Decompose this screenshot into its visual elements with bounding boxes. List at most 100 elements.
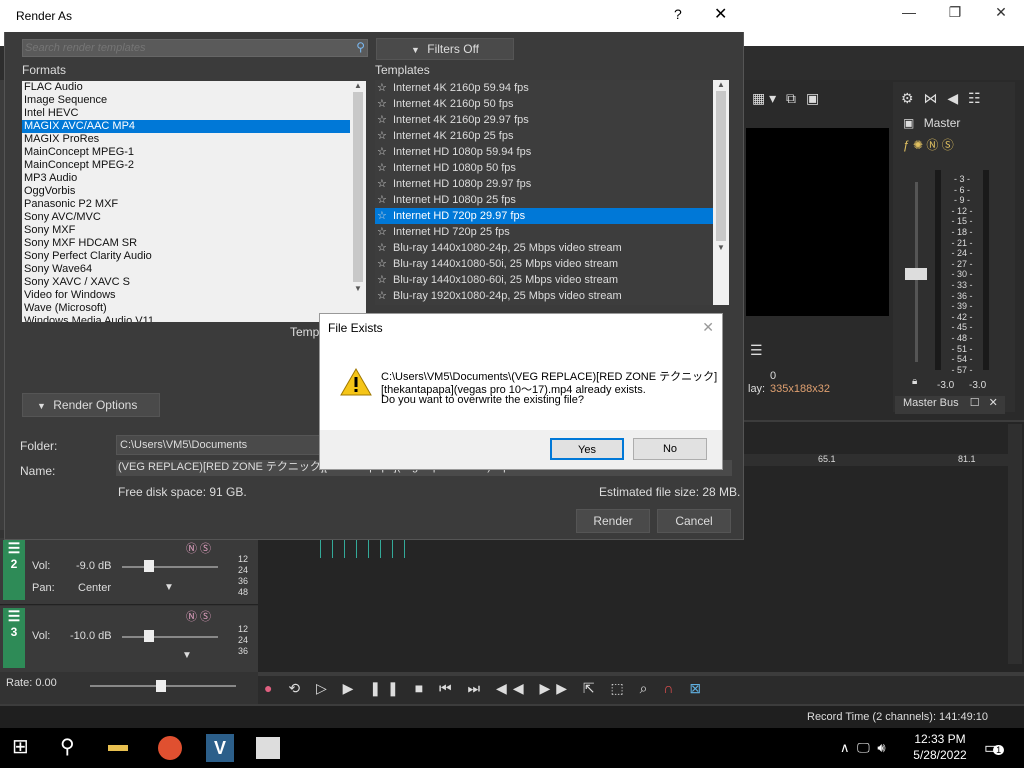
format-item[interactable]: MP3 Audio xyxy=(22,172,350,185)
formats-list[interactable]: FLAC Audio Image Sequence Intel HEVC MAGIX … xyxy=(22,81,350,322)
vegas-icon[interactable]: V xyxy=(206,734,234,762)
windows-start-icon[interactable]: ⊞ xyxy=(12,734,40,762)
volume-slider[interactable] xyxy=(122,566,218,568)
bypass-icon[interactable]: ⋈ xyxy=(923,90,937,106)
timeline-scrollbar[interactable] xyxy=(1008,424,1022,664)
template-item[interactable]: ☆ Internet HD 720p 25 fps xyxy=(375,224,713,240)
file-explorer-icon[interactable]: ▬ xyxy=(108,734,136,762)
format-item[interactable]: Sony Wave64 xyxy=(22,263,350,276)
play-from-start-icon[interactable]: ▷ xyxy=(316,680,333,696)
cancel-button[interactable]: Cancel xyxy=(657,509,731,533)
pause-icon[interactable]: ❚❚ xyxy=(369,680,404,696)
template-item[interactable]: ☆ Internet 4K 2160p 50 fps xyxy=(375,96,713,112)
loop-icon[interactable]: ⟲ xyxy=(288,680,306,696)
template-item[interactable]: ☆ Blu-ray 1440x1080-50i, 25 Mbps video st… xyxy=(375,256,713,272)
copy-frame-icon[interactable]: ⧉ xyxy=(786,90,796,106)
volume-slider[interactable] xyxy=(122,636,218,638)
search-templates-box[interactable]: ⚲ xyxy=(22,39,368,57)
format-item[interactable]: Sony MXF HDCAM SR xyxy=(22,237,350,250)
format-item[interactable]: Video for Windows xyxy=(22,289,350,302)
fx-icons[interactable]: Ⓝ Ⓢ xyxy=(186,608,211,624)
zoom-tool-icon[interactable]: ⌕ xyxy=(640,680,654,696)
close-button[interactable]: ✕ xyxy=(702,319,714,336)
go-to-start-icon[interactable]: ⏮ xyxy=(439,680,458,696)
star-icon[interactable]: ☆ xyxy=(377,224,391,240)
next-frame-icon[interactable]: ▶▶ xyxy=(539,680,573,696)
format-item[interactable]: Sony MXF xyxy=(22,224,350,237)
format-item[interactable]: Sony AVC/MVC xyxy=(22,211,350,224)
format-item[interactable]: Wave (Microsoft) xyxy=(22,302,350,315)
minimize-button[interactable]: — xyxy=(886,0,932,24)
undock-icon[interactable]: ☐ xyxy=(970,397,980,409)
template-item[interactable]: ☆ Internet HD 1080p 50 fps xyxy=(375,160,713,176)
star-icon[interactable]: ☆ xyxy=(377,256,391,272)
template-item[interactable]: ☆ Internet HD 1080p 25 fps xyxy=(375,192,713,208)
menu-icon[interactable]: ☰ xyxy=(750,342,763,359)
template-item[interactable]: ☆ Internet 4K 2160p 59.94 fps xyxy=(375,80,713,96)
format-item[interactable]: MAGIX AVC/AAC MP4 xyxy=(22,120,350,133)
gear-icon[interactable]: ⚙ xyxy=(901,90,914,106)
template-item[interactable]: ☆ Blu-ray 1440x1080-24p, 25 Mbps video st… xyxy=(375,240,713,256)
search-icon[interactable]: ⚲ xyxy=(60,734,88,762)
rate-slider-thumb[interactable] xyxy=(156,680,166,692)
format-item[interactable]: Windows Media Audio V11 xyxy=(22,315,350,322)
format-item[interactable]: Image Sequence xyxy=(22,94,350,107)
star-icon[interactable]: ☆ xyxy=(377,208,391,224)
star-icon[interactable]: ☆ xyxy=(377,80,391,96)
search-input[interactable] xyxy=(23,41,347,55)
close-icon[interactable]: ✕ xyxy=(989,397,998,409)
format-item[interactable]: OggVorbis xyxy=(22,185,350,198)
normal-edit-tool-icon[interactable]: ⇱ xyxy=(583,680,601,696)
fx-icons[interactable]: Ⓝ Ⓢ xyxy=(186,540,211,556)
format-item[interactable]: MAGIX ProRes xyxy=(22,133,350,146)
formats-scrollbar[interactable]: ▲ ▼ xyxy=(350,81,366,322)
star-icon[interactable]: ☆ xyxy=(377,128,391,144)
yes-button[interactable]: Yes xyxy=(550,438,624,460)
prev-frame-icon[interactable]: ◀◀ xyxy=(496,680,530,696)
star-icon[interactable]: ☆ xyxy=(377,160,391,176)
auto-ripple-icon[interactable]: ⊠ xyxy=(689,680,707,696)
star-icon[interactable]: ☆ xyxy=(377,112,391,128)
save-snapshot-icon[interactable]: ▣ xyxy=(806,90,819,106)
search-icon[interactable]: ⚲ xyxy=(356,40,365,54)
grid-icon[interactable]: ▦ ▾ xyxy=(752,90,776,106)
render-options-button[interactable]: ▼ Render Options xyxy=(22,393,160,417)
star-icon[interactable]: ☆ xyxy=(377,240,391,256)
close-button[interactable]: ✕ xyxy=(714,4,727,24)
star-icon[interactable]: ☆ xyxy=(377,272,391,288)
star-icon[interactable]: ☆ xyxy=(377,96,391,112)
template-item[interactable]: ☆ Internet HD 720p 29.97 fps xyxy=(375,208,713,224)
go-to-end-icon[interactable]: ⏭ xyxy=(468,680,487,696)
template-item[interactable]: ☆ Blu-ray 1440x1080-60i, 25 Mbps video st… xyxy=(375,272,713,288)
template-item[interactable]: ☆ Internet HD 1080p 59.94 fps xyxy=(375,144,713,160)
master-bus-tab[interactable]: Master Bus ☐ ✕ xyxy=(895,396,1005,414)
templates-list[interactable]: ☆ Internet 4K 2160p 59.94 fps ☆ Internet 4K… xyxy=(375,80,713,305)
pan-slider-thumb[interactable]: ▼ xyxy=(164,582,174,593)
notification-icon[interactable]: ▭1 xyxy=(984,738,1005,758)
help-button[interactable]: ? xyxy=(674,6,682,22)
clock[interactable]: 12:33 PM 5/28/2022 xyxy=(912,732,968,762)
selection-tool-icon[interactable]: ⬚ xyxy=(611,680,630,696)
format-item[interactable]: Panasonic P2 MXF xyxy=(22,198,350,211)
chrome-icon[interactable] xyxy=(158,736,182,760)
record-icon[interactable]: ● xyxy=(264,680,278,696)
stop-icon[interactable]: ■ xyxy=(415,680,429,696)
format-item[interactable]: MainConcept MPEG-1 xyxy=(22,146,350,159)
downmix-icon[interactable]: ◀ xyxy=(947,90,958,106)
templates-scrollbar[interactable]: ▲ ▼ xyxy=(713,80,729,305)
tray-icons[interactable]: ∧ 🖵︎ 🔊︎ xyxy=(840,740,886,756)
format-item[interactable]: FLAC Audio xyxy=(22,81,350,94)
template-item[interactable]: ☆ Internet 4K 2160p 29.97 fps xyxy=(375,112,713,128)
format-item[interactable]: MainConcept MPEG-2 xyxy=(22,159,350,172)
format-item[interactable]: Intel HEVC xyxy=(22,107,350,120)
template-item[interactable]: ☆ Internet HD 1080p 29.97 fps xyxy=(375,176,713,192)
play-icon[interactable]: ▶ xyxy=(343,680,360,696)
volume-slider-thumb[interactable] xyxy=(144,630,154,642)
template-item[interactable]: ☆ Blu-ray 1920x1080-24p, 25 Mbps video st… xyxy=(375,288,713,304)
no-button[interactable]: No xyxy=(633,438,707,460)
mixer-icon[interactable]: ☷ xyxy=(968,90,981,106)
close-button[interactable]: ✕ xyxy=(978,0,1024,24)
star-icon[interactable]: ☆ xyxy=(377,192,391,208)
star-icon[interactable]: ☆ xyxy=(377,288,391,304)
snap-icon[interactable]: ∩ xyxy=(663,680,679,696)
